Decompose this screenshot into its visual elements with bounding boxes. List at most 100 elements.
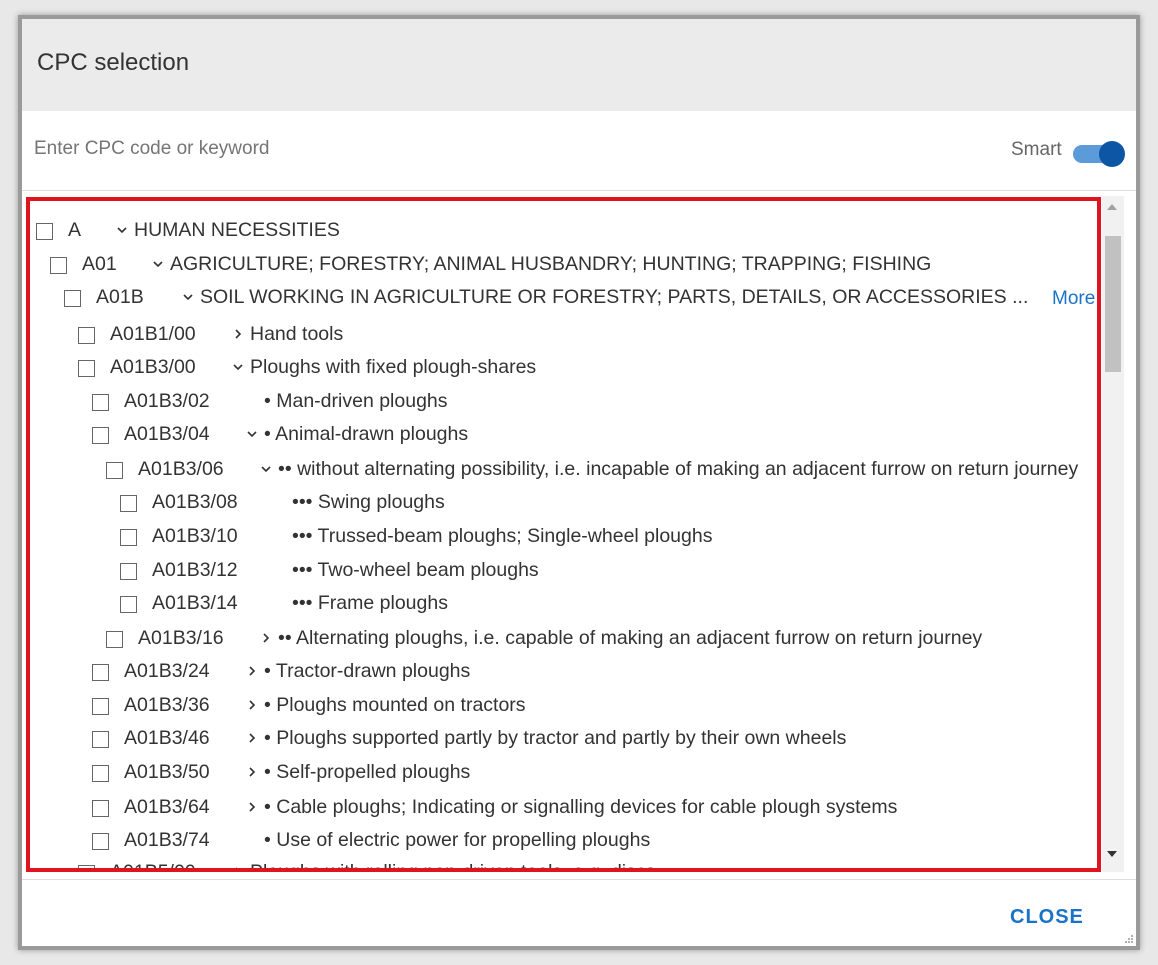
tree-row-description: • Tractor-drawn ploughs bbox=[264, 660, 471, 682]
tree-row[interactable]: A01B3/50 • Self-propelled ploughs bbox=[26, 758, 1102, 788]
tree-row-checkbox[interactable] bbox=[64, 290, 81, 307]
tree-row-code: A01B3/14 bbox=[152, 592, 238, 614]
chevron-right-icon[interactable] bbox=[260, 625, 274, 649]
tree-row-checkbox[interactable] bbox=[120, 495, 137, 512]
tree-row[interactable]: A01B3/04 • Animal-drawn ploughs bbox=[26, 420, 1102, 450]
tree-row-code: A01B1/00 bbox=[110, 323, 196, 345]
dialog-header: CPC selection bbox=[22, 19, 1136, 111]
chevron-right-icon[interactable] bbox=[246, 725, 260, 749]
tree-row-code: A01B3/04 bbox=[124, 423, 210, 445]
tree-row-description: ••• Frame ploughs bbox=[292, 592, 448, 614]
tree-row-checkbox[interactable] bbox=[120, 596, 137, 613]
tree-row-code: A01B3/50 bbox=[124, 761, 210, 783]
tree-row-description: • Man-driven ploughs bbox=[264, 390, 448, 412]
tree-row-description: • Animal-drawn ploughs bbox=[264, 423, 469, 445]
chevron-down-icon[interactable] bbox=[116, 217, 130, 241]
tree-row-code: A01B3/02 bbox=[124, 390, 210, 412]
tree-row-code: A01B3/06 bbox=[138, 458, 224, 480]
tree-row-checkbox[interactable] bbox=[78, 327, 95, 344]
tree-row[interactable]: A01B3/46 • Ploughs supported partly by tr… bbox=[26, 724, 1102, 754]
smart-toggle[interactable] bbox=[1073, 141, 1127, 167]
tree-row[interactable]: A01B1/00 Hand tools bbox=[26, 320, 1102, 350]
tree-row-description: •• Alternating ploughs, i.e. capable of … bbox=[278, 627, 983, 649]
tree-row-checkbox[interactable] bbox=[92, 664, 109, 681]
chevron-right-icon[interactable] bbox=[246, 692, 260, 716]
chevron-right-icon[interactable] bbox=[232, 859, 246, 872]
resize-grip-icon[interactable] bbox=[1124, 934, 1134, 944]
chevron-down-icon[interactable] bbox=[182, 284, 196, 308]
tree-row[interactable]: A01B3/10 ••• Trussed-beam ploughs; Single… bbox=[26, 522, 1102, 552]
tree-row-description: AGRICULTURE; FORESTRY; ANIMAL HUSBANDRY;… bbox=[170, 253, 932, 275]
chevron-down-icon[interactable] bbox=[246, 421, 260, 445]
toggle-knob bbox=[1099, 141, 1125, 167]
tree-row[interactable]: A01B3/08 ••• Swing ploughs bbox=[26, 488, 1102, 518]
screenshot-frame: CPC selection Smart A HUMAN NECESSITIES A0… bbox=[0, 0, 1158, 965]
cpc-search-input[interactable] bbox=[34, 133, 834, 165]
tree-row-checkbox[interactable] bbox=[50, 257, 67, 274]
tree-row-code: A01B3/64 bbox=[124, 796, 210, 818]
tree-row[interactable]: A01B3/74 • Use of electric power for prop… bbox=[26, 826, 1102, 856]
tree-row-description: • Use of electric power for propelling p… bbox=[264, 829, 651, 851]
tree-scrollbar[interactable] bbox=[1102, 196, 1124, 872]
tree-row-code: A01B3/46 bbox=[124, 727, 210, 749]
tree-row-description: Ploughs with fixed plough-shares bbox=[250, 356, 537, 378]
smart-toggle-label: Smart bbox=[1011, 139, 1062, 160]
tree-row-checkbox[interactable] bbox=[92, 731, 109, 748]
tree-row[interactable]: A01B3/64 • Cable ploughs; Indicating or s… bbox=[26, 793, 1102, 823]
tree-row[interactable]: A01B3/02 • Man-driven ploughs bbox=[26, 387, 1102, 417]
tree-row-description: ••• Two-wheel beam ploughs bbox=[292, 559, 539, 581]
dialog-title: CPC selection bbox=[37, 49, 190, 76]
tree-row-checkbox[interactable] bbox=[120, 563, 137, 580]
tree-row-checkbox[interactable] bbox=[92, 765, 109, 782]
scroll-thumb[interactable] bbox=[1105, 236, 1121, 372]
tree-row[interactable]: A01B SOIL WORKING IN AGRICULTURE OR FORES… bbox=[26, 283, 1102, 313]
chevron-right-icon[interactable] bbox=[232, 321, 246, 345]
tree-row-checkbox[interactable] bbox=[106, 631, 123, 648]
more-link[interactable]: More bbox=[1052, 288, 1095, 310]
tree-row-code: A01B5/00 bbox=[110, 861, 196, 872]
tree-row-checkbox[interactable] bbox=[78, 865, 95, 872]
tree-row-description: Hand tools bbox=[250, 323, 344, 345]
tree-row-checkbox[interactable] bbox=[92, 698, 109, 715]
tree-row-checkbox[interactable] bbox=[36, 223, 53, 240]
tree-row[interactable]: A01B3/36 • Ploughs mounted on tractors bbox=[26, 691, 1102, 721]
tree-row-description: HUMAN NECESSITIES bbox=[134, 219, 340, 241]
tree-row-description: Ploughs with rolling non-driven tools, e… bbox=[250, 861, 656, 872]
tree-row[interactable]: A01B5/00 Ploughs with rolling non-driven … bbox=[26, 858, 1102, 872]
tree-row-checkbox[interactable] bbox=[92, 800, 109, 817]
tree-row-checkbox[interactable] bbox=[120, 529, 137, 546]
tree-row-code: A01B3/74 bbox=[124, 829, 210, 851]
chevron-down-icon[interactable] bbox=[232, 354, 246, 378]
chevron-down-icon[interactable] bbox=[152, 251, 166, 275]
tree-row[interactable]: A01B3/06 •• without alternating possibili… bbox=[26, 455, 1102, 485]
tree-row-checkbox[interactable] bbox=[78, 360, 95, 377]
tree-row-checkbox[interactable] bbox=[92, 394, 109, 411]
tree-row-checkbox[interactable] bbox=[92, 833, 109, 850]
chevron-right-icon[interactable] bbox=[246, 759, 260, 783]
tree-row-code: A01B3/16 bbox=[138, 627, 224, 649]
tree-row[interactable]: A01B3/16 •• Alternating ploughs, i.e. cap… bbox=[26, 624, 1102, 654]
close-button[interactable]: CLOSE bbox=[1010, 906, 1084, 929]
scroll-up-arrow-icon[interactable] bbox=[1107, 204, 1117, 210]
chevron-right-icon[interactable] bbox=[246, 658, 260, 682]
tree-row[interactable]: A01B3/14 ••• Frame ploughs bbox=[26, 589, 1102, 619]
tree-row[interactable]: A01B3/24 • Tractor-drawn ploughs bbox=[26, 657, 1102, 687]
chevron-right-icon[interactable] bbox=[246, 794, 260, 818]
tree-row-code: A01B3/10 bbox=[152, 525, 238, 547]
search-row: Smart bbox=[22, 111, 1136, 191]
tree-row-description: • Ploughs supported partly by tractor an… bbox=[264, 727, 847, 749]
scroll-down-arrow-icon[interactable] bbox=[1107, 851, 1117, 857]
tree-row-code: A01B3/24 bbox=[124, 660, 210, 682]
tree-row-checkbox[interactable] bbox=[92, 427, 109, 444]
tree-row-code: A01B3/00 bbox=[110, 356, 196, 378]
tree-row-description: • Ploughs mounted on tractors bbox=[264, 694, 526, 716]
tree-row-description: SOIL WORKING IN AGRICULTURE OR FORESTRY;… bbox=[200, 286, 1029, 308]
tree-row[interactable]: A HUMAN NECESSITIES bbox=[26, 216, 1102, 246]
tree-row-code: A01 bbox=[82, 253, 117, 275]
tree-row[interactable]: A01B3/00 Ploughs with fixed plough-shares bbox=[26, 353, 1102, 383]
tree-row-description: ••• Trussed-beam ploughs; Single-wheel p… bbox=[292, 525, 713, 547]
chevron-down-icon[interactable] bbox=[260, 456, 274, 480]
tree-row[interactable]: A01B3/12 ••• Two-wheel beam ploughs bbox=[26, 556, 1102, 586]
tree-row[interactable]: A01 AGRICULTURE; FORESTRY; ANIMAL HUSBAND… bbox=[26, 250, 1102, 280]
tree-row-checkbox[interactable] bbox=[106, 462, 123, 479]
